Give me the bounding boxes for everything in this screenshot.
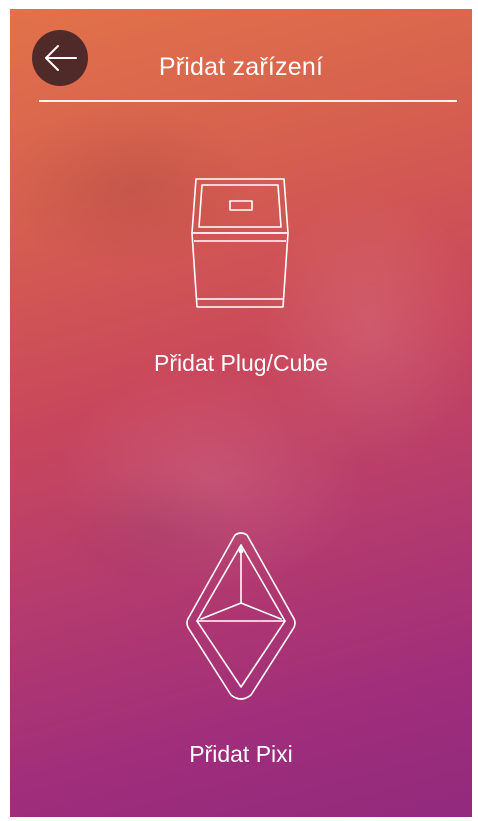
page-title: Přidat zařízení — [158, 53, 324, 81]
add-plug-cube-label: Přidat Plug/Cube — [154, 350, 328, 376]
header-divider — [39, 100, 457, 102]
add-plug-cube-option[interactable]: Přidat Plug/Cube — [10, 171, 472, 401]
add-pixi-label: Přidat Pixi — [189, 741, 293, 767]
add-pixi-option[interactable]: Přidat Pixi — [10, 531, 472, 781]
add-device-screen: Přidat zařízení Přidat Plug/Cube Přidat … — [10, 9, 472, 817]
pixi-device-icon — [186, 532, 296, 700]
plug-cube-device-icon — [191, 178, 289, 308]
